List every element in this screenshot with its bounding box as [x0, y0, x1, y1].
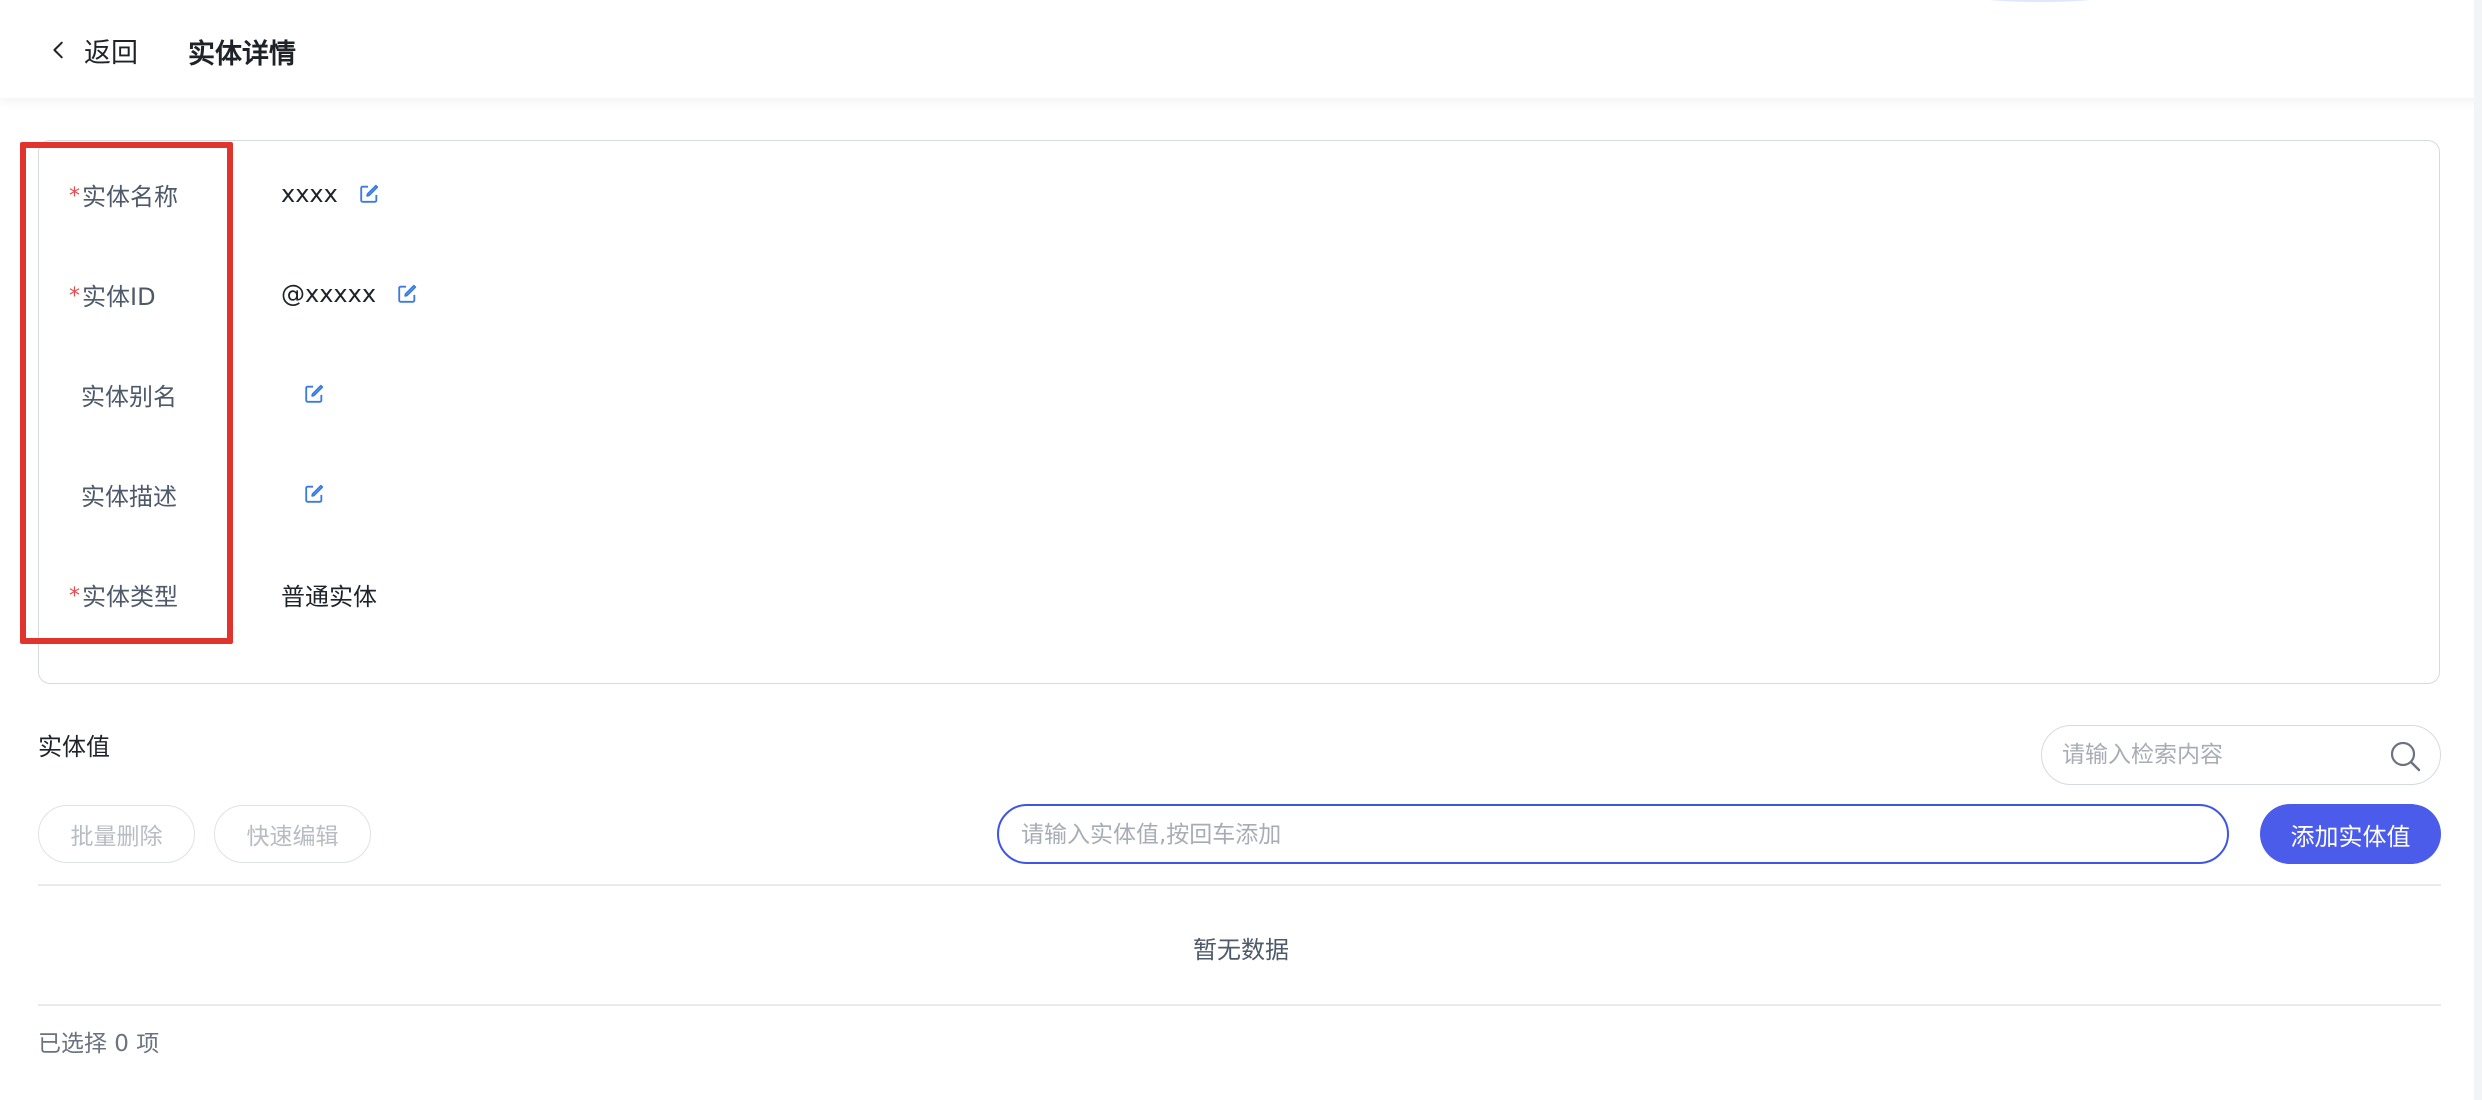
- field-row-description: 实体描述: [39, 469, 2439, 519]
- top-decoration: [1960, 0, 2120, 2]
- quick-edit-button[interactable]: 快速编辑: [214, 805, 371, 863]
- scrollbar[interactable]: [2474, 0, 2482, 1100]
- entity-name-value: xxxx: [281, 180, 338, 208]
- entity-info-card: *实体名称 xxxx *实体ID @xxxxx 实体别名 实体描述 *实体类型 …: [38, 140, 2440, 684]
- selected-count: 已选择 0 项: [38, 1031, 160, 1057]
- field-row-name: *实体名称 xxxx: [39, 169, 2439, 219]
- page-header: 返回 实体详情: [0, 0, 2482, 98]
- entity-value-input-wrap[interactable]: [997, 804, 2229, 864]
- field-row-alias: 实体别名: [39, 369, 2439, 419]
- back-button[interactable]: 返回: [48, 30, 138, 70]
- page-title: 实体详情: [188, 39, 296, 70]
- edit-icon[interactable]: [396, 283, 418, 305]
- entity-value-input[interactable]: [1021, 814, 2201, 856]
- field-row-type: *实体类型 普通实体: [39, 569, 2439, 619]
- section-title: 实体值: [38, 733, 110, 761]
- table-divider-bottom: [38, 1004, 2441, 1006]
- edit-icon[interactable]: [358, 183, 380, 205]
- field-value-type: 普通实体: [281, 577, 377, 612]
- search-input[interactable]: [2062, 734, 2362, 776]
- search-box[interactable]: [2041, 725, 2441, 785]
- back-label: 返回: [84, 37, 138, 69]
- field-value-name: xxxx: [281, 180, 380, 208]
- table-divider-top: [38, 884, 2441, 886]
- highlight-box: [20, 142, 233, 644]
- field-value-id: @xxxxx: [281, 280, 418, 308]
- entity-type-value: 普通实体: [281, 582, 377, 611]
- field-row-id: *实体ID @xxxxx: [39, 269, 2439, 319]
- edit-icon[interactable]: [303, 483, 325, 505]
- batch-delete-button[interactable]: 批量删除: [38, 805, 195, 863]
- search-icon[interactable]: [2388, 739, 2422, 773]
- empty-state-text: 暂无数据: [1193, 936, 1289, 964]
- entity-id-value: @xxxxx: [281, 280, 377, 308]
- chevron-left-icon: [53, 41, 63, 59]
- add-entity-value-button[interactable]: 添加实体值: [2260, 804, 2441, 864]
- edit-icon[interactable]: [303, 383, 325, 405]
